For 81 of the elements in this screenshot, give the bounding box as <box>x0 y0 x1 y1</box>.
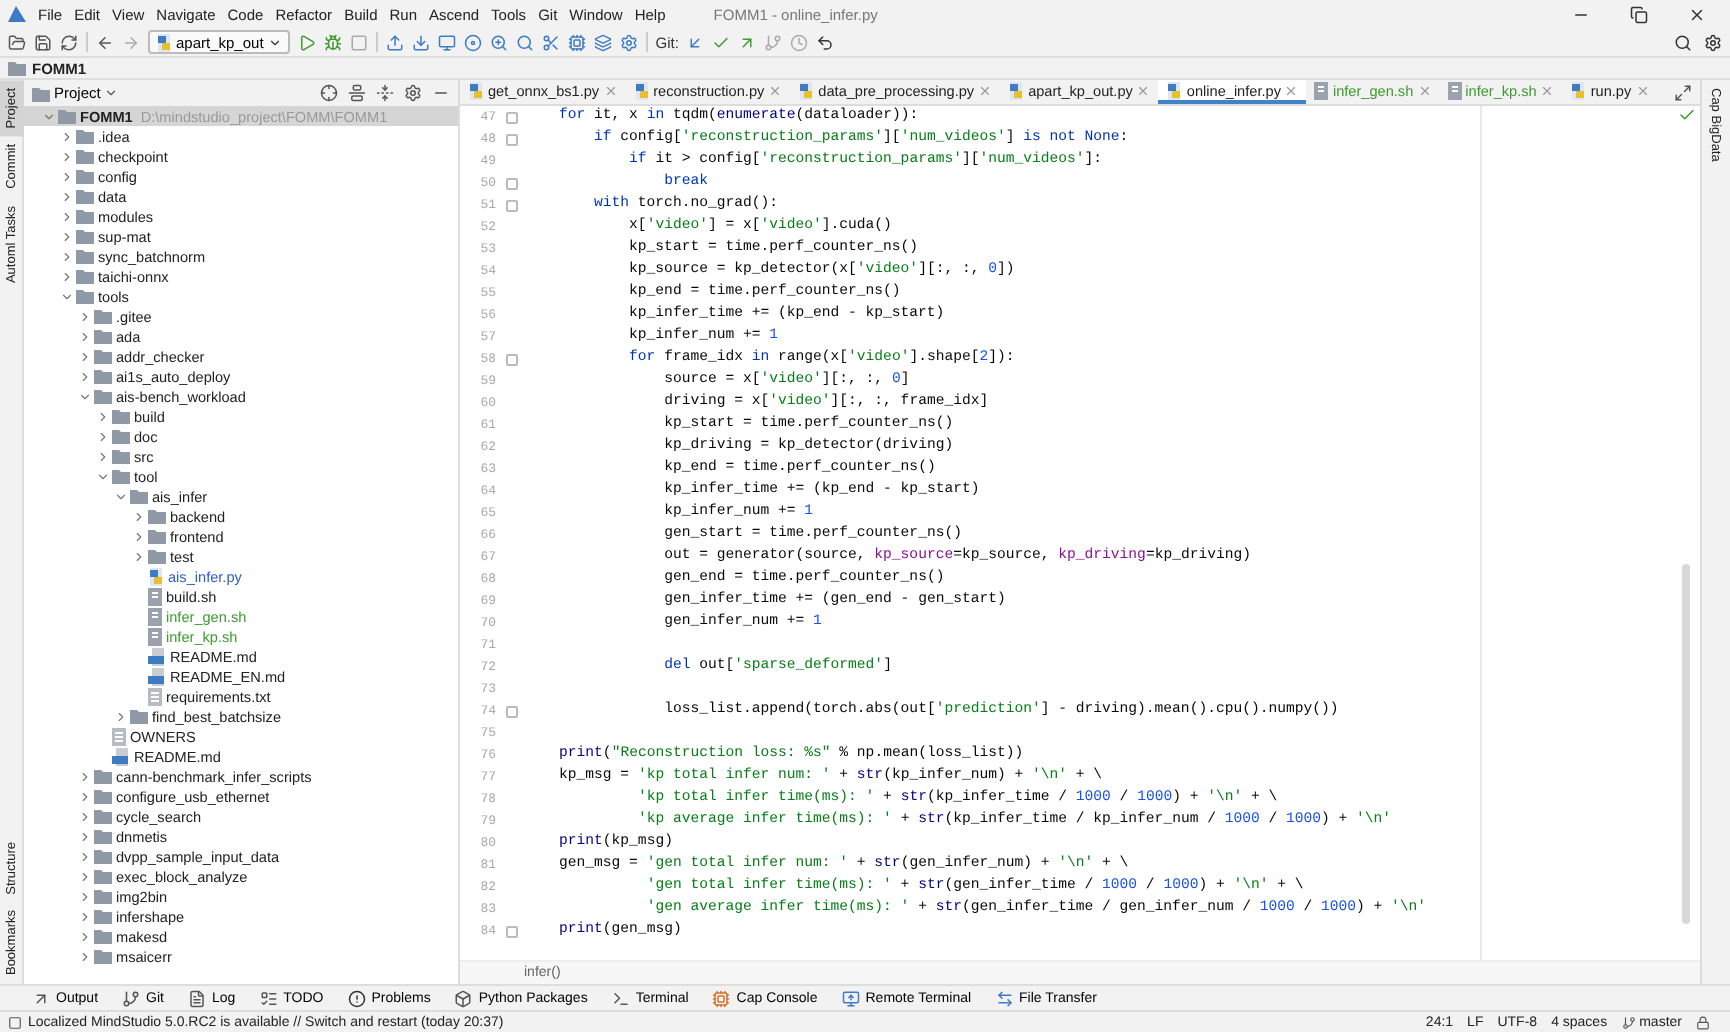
close-icon[interactable] <box>1688 5 1706 23</box>
chevron-right-icon <box>114 709 128 723</box>
check-icon <box>1677 106 1695 124</box>
debug-icon[interactable] <box>323 33 342 51</box>
script-file-icon <box>1314 81 1329 99</box>
chevron-down-icon <box>78 389 92 403</box>
fold-marker-icon[interactable] <box>506 199 518 211</box>
python-file-icon <box>156 33 172 51</box>
upload-icon[interactable] <box>385 33 404 51</box>
refresh-icon[interactable] <box>60 33 78 51</box>
alert-icon <box>347 989 366 1007</box>
markdown-file-icon <box>148 667 166 685</box>
python-file-icon <box>148 567 164 585</box>
close-icon <box>1284 83 1299 97</box>
log-icon <box>187 989 206 1007</box>
remote-terminal-icon <box>841 989 860 1007</box>
list-icon <box>259 989 278 1007</box>
search-icon[interactable] <box>1674 33 1692 51</box>
fold-marker-icon[interactable] <box>506 133 518 145</box>
python-file-icon <box>1166 81 1183 99</box>
more-tabs-icon[interactable] <box>1674 83 1692 101</box>
caret-icon <box>267 35 282 49</box>
export-icon <box>32 989 50 1007</box>
close-icon <box>1635 83 1650 97</box>
close-icon <box>1540 83 1555 97</box>
history-icon[interactable] <box>790 33 809 51</box>
chip-icon[interactable] <box>567 33 586 51</box>
close-icon <box>1417 83 1432 97</box>
update-arrow-icon[interactable] <box>686 33 705 51</box>
python-file-icon <box>1570 81 1587 99</box>
markdown-file-icon <box>148 647 166 665</box>
branch-icon <box>1621 1015 1636 1029</box>
markdown-file-icon <box>112 747 130 765</box>
text-file-icon <box>112 727 126 745</box>
settings-icon[interactable] <box>1704 33 1722 51</box>
run-icon[interactable] <box>297 33 316 51</box>
restore-icon[interactable] <box>1630 5 1648 23</box>
branch-icon[interactable] <box>764 33 783 51</box>
fold-marker-icon[interactable] <box>506 925 518 937</box>
caret-icon <box>104 86 119 100</box>
fold-marker-icon[interactable] <box>506 353 518 365</box>
forward-arrow-icon[interactable] <box>122 33 140 51</box>
monitor-icon[interactable] <box>437 33 456 51</box>
fold-marker-icon[interactable] <box>506 705 518 717</box>
zoom-icon[interactable] <box>489 33 508 51</box>
close-icon <box>978 83 993 97</box>
locate-icon[interactable] <box>320 84 338 102</box>
python-file-icon <box>633 81 650 99</box>
scrollbar-thumb[interactable] <box>1682 564 1690 924</box>
commit-check-icon[interactable] <box>712 33 731 51</box>
chevron-down-icon <box>42 109 56 123</box>
python-file-icon <box>468 81 484 99</box>
transfer-icon <box>995 989 1014 1007</box>
chevron-down-icon <box>60 289 74 303</box>
settings-icon[interactable] <box>404 84 422 102</box>
fold-marker-icon[interactable] <box>506 177 518 189</box>
close-icon <box>603 83 618 97</box>
push-arrow-icon[interactable] <box>738 33 757 51</box>
close-icon <box>1136 83 1151 97</box>
back-arrow-icon[interactable] <box>96 33 114 51</box>
layers-icon[interactable] <box>593 33 612 51</box>
close-icon <box>768 83 783 97</box>
expand-all-icon[interactable] <box>348 84 366 102</box>
scissors-icon[interactable] <box>541 33 560 51</box>
python-file-icon <box>798 81 815 99</box>
download-icon[interactable] <box>411 33 430 51</box>
python-file-icon <box>1008 81 1025 99</box>
fold-marker-icon[interactable] <box>506 111 518 123</box>
terminal-icon <box>611 989 630 1007</box>
save-icon[interactable] <box>34 33 52 51</box>
undo-icon[interactable] <box>816 33 835 51</box>
app-logo-icon <box>8 6 26 22</box>
collapse-all-icon[interactable] <box>376 84 394 102</box>
folder-icon <box>130 708 148 724</box>
script-file-icon <box>1447 81 1462 99</box>
text-file-icon <box>148 687 162 705</box>
package-icon <box>454 989 473 1007</box>
disc-icon[interactable] <box>463 33 482 51</box>
branch-icon <box>122 989 141 1007</box>
lock-icon <box>1696 1015 1710 1029</box>
stop-icon[interactable] <box>349 33 368 51</box>
